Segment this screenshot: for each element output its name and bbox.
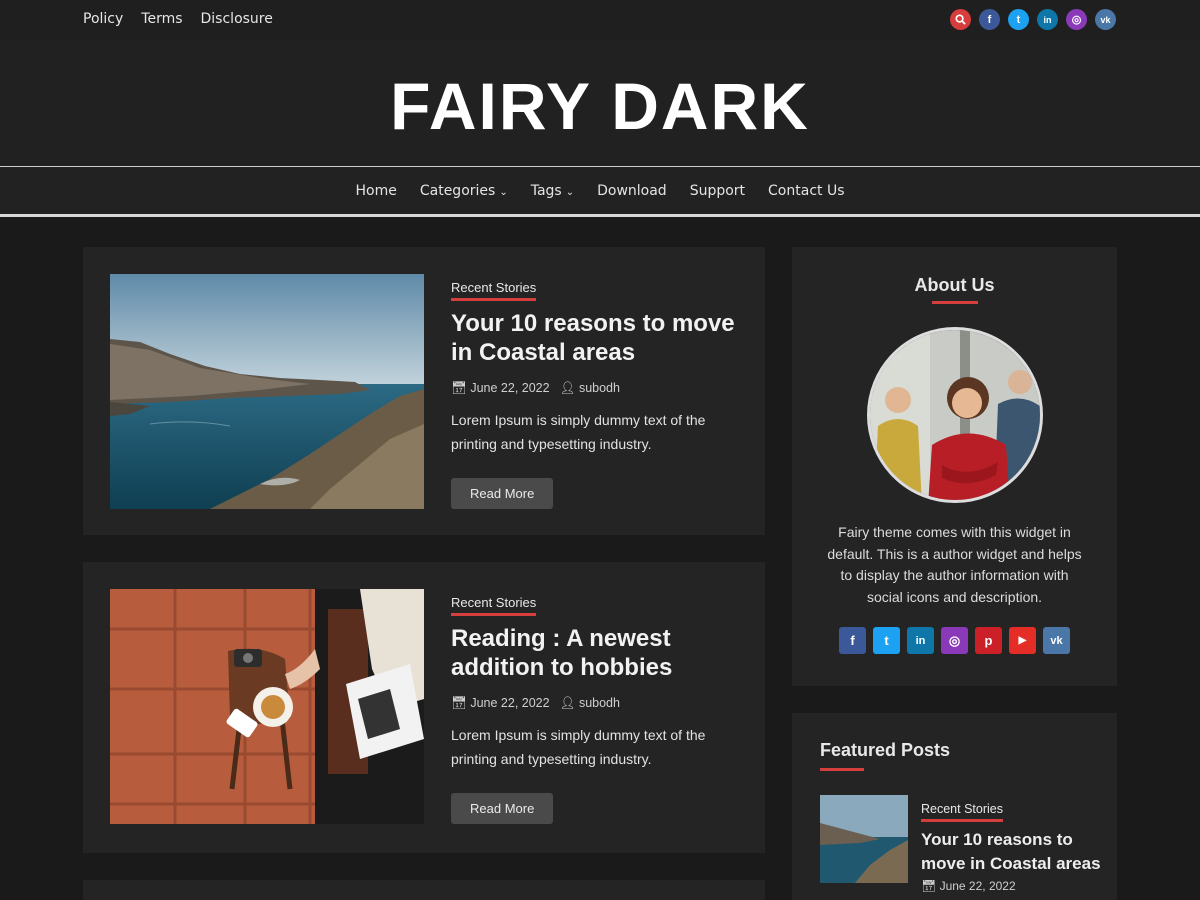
calendar-icon: 📅︎ bbox=[921, 879, 940, 893]
main-navigation: Home Categories ⌄ Tags ⌄ Download Support … bbox=[0, 166, 1200, 217]
widget-title: About Us bbox=[914, 275, 995, 295]
nav-label: Home bbox=[355, 183, 397, 199]
top-links: Policy Terms Disclosure bbox=[83, 11, 273, 27]
nav-item-download[interactable]: Download bbox=[597, 183, 667, 199]
post-card: Recent Stories Your 10 reasons to move i… bbox=[83, 247, 765, 535]
youtube-icon[interactable]: ▶ bbox=[1009, 627, 1036, 654]
post-author[interactable]: 👤︎ subodh bbox=[560, 696, 620, 711]
author-avatar bbox=[866, 327, 1043, 503]
nav-item-support[interactable]: Support bbox=[690, 183, 745, 199]
featured-post-category[interactable]: Recent Stories bbox=[921, 802, 1003, 822]
chevron-down-icon: ⌄ bbox=[499, 187, 508, 198]
nav-item-contact-us[interactable]: Contact Us bbox=[768, 183, 844, 199]
post-date-text: June 22, 2022 bbox=[470, 381, 550, 395]
pinterest-icon[interactable]: p bbox=[975, 627, 1002, 654]
linkedin-icon[interactable]: in bbox=[1037, 9, 1058, 30]
widget-title: Featured Posts bbox=[820, 740, 951, 760]
post-category[interactable]: Recent Stories bbox=[451, 280, 537, 301]
top-social-icons: f t in ◎ vk bbox=[950, 9, 1116, 30]
post-title[interactable]: Reading : A newest addition to hobbies bbox=[451, 624, 741, 682]
instagram-icon[interactable]: ◎ bbox=[1066, 9, 1087, 30]
about-description: Fairy theme comes with this widget in de… bbox=[827, 524, 1082, 605]
post-date[interactable]: 📅︎ June 22, 2022 bbox=[451, 381, 550, 396]
title-underline bbox=[820, 768, 864, 771]
twitter-icon[interactable]: t bbox=[1008, 9, 1029, 30]
read-more-button[interactable]: Read More bbox=[451, 478, 554, 509]
search-icon[interactable] bbox=[950, 9, 971, 30]
site-title[interactable]: FAIRY DARK bbox=[0, 68, 1200, 144]
disclosure-link[interactable]: Disclosure bbox=[201, 11, 273, 27]
facebook-icon[interactable]: f bbox=[839, 627, 866, 654]
nav-item-categories[interactable]: Categories ⌄ bbox=[420, 183, 508, 199]
post-card bbox=[83, 880, 765, 900]
nav-item-home[interactable]: Home bbox=[356, 183, 397, 199]
twitter-icon[interactable]: t bbox=[873, 627, 900, 654]
vk-icon[interactable]: vk bbox=[1043, 627, 1070, 654]
top-bar: Policy Terms Disclosure f t in ◎ vk bbox=[0, 0, 1200, 40]
post-author[interactable]: 👤︎ subodh bbox=[560, 381, 620, 396]
featured-post-thumbnail[interactable] bbox=[820, 795, 908, 883]
nav-label: Tags bbox=[530, 183, 562, 199]
post-date[interactable]: 📅︎ June 22, 2022 bbox=[451, 696, 550, 711]
post-meta: 📅︎ June 22, 2022 👤︎ subodh bbox=[451, 696, 741, 711]
post-meta: 📅︎ June 22, 2022 👤︎ subodh bbox=[451, 381, 741, 396]
about-social-icons: f t in ◎ p ▶ vk bbox=[792, 627, 1117, 654]
nav-item-tags[interactable]: Tags ⌄ bbox=[531, 183, 574, 199]
calendar-icon: 📅︎ bbox=[451, 381, 471, 395]
policy-link[interactable]: Policy bbox=[83, 11, 123, 27]
user-icon: 👤︎ bbox=[559, 696, 579, 710]
featured-posts-widget: Featured Posts Recent Stories Your 10 re… bbox=[792, 713, 1117, 900]
post-card: Recent Stories Reading : A newest additi… bbox=[83, 562, 765, 853]
post-thumbnail-reading[interactable] bbox=[110, 589, 424, 824]
instagram-icon[interactable]: ◎ bbox=[941, 627, 968, 654]
read-more-button[interactable]: Read More bbox=[451, 793, 554, 824]
linkedin-icon[interactable]: in bbox=[907, 627, 934, 654]
post-author-text: subodh bbox=[578, 381, 620, 395]
terms-link[interactable]: Terms bbox=[141, 11, 182, 27]
site-header: FAIRY DARK bbox=[0, 40, 1200, 166]
title-underline bbox=[931, 301, 978, 304]
featured-post-title[interactable]: Your 10 reasons to move in Coastal areas bbox=[921, 828, 1101, 875]
chevron-down-icon: ⌄ bbox=[565, 187, 575, 198]
post-title[interactable]: Your 10 reasons to move in Coastal areas bbox=[451, 309, 741, 367]
about-us-widget: About Us Fairy theme comes with this wid… bbox=[792, 247, 1117, 686]
nav-label: Support bbox=[689, 183, 746, 199]
post-excerpt: Lorem Ipsum is simply dummy text of the … bbox=[451, 727, 706, 767]
post-thumbnail-coastal[interactable] bbox=[110, 274, 424, 509]
vk-icon[interactable]: vk bbox=[1095, 9, 1116, 30]
nav-label: Download bbox=[597, 183, 667, 199]
post-excerpt: Lorem Ipsum is simply dummy text of the … bbox=[451, 412, 706, 452]
user-icon: 👤︎ bbox=[559, 381, 579, 395]
calendar-icon: 📅︎ bbox=[451, 696, 471, 710]
featured-post-date: 📅︎ June 22, 2022 bbox=[921, 879, 1101, 893]
nav-label: Contact Us bbox=[768, 183, 845, 199]
nav-label: Categories bbox=[419, 183, 496, 199]
post-author-text: subodh bbox=[578, 696, 620, 710]
post-category[interactable]: Recent Stories bbox=[451, 595, 537, 616]
featured-post-date-text: June 22, 2022 bbox=[939, 879, 1016, 893]
facebook-icon[interactable]: f bbox=[979, 9, 1000, 30]
post-date-text: June 22, 2022 bbox=[470, 696, 550, 710]
